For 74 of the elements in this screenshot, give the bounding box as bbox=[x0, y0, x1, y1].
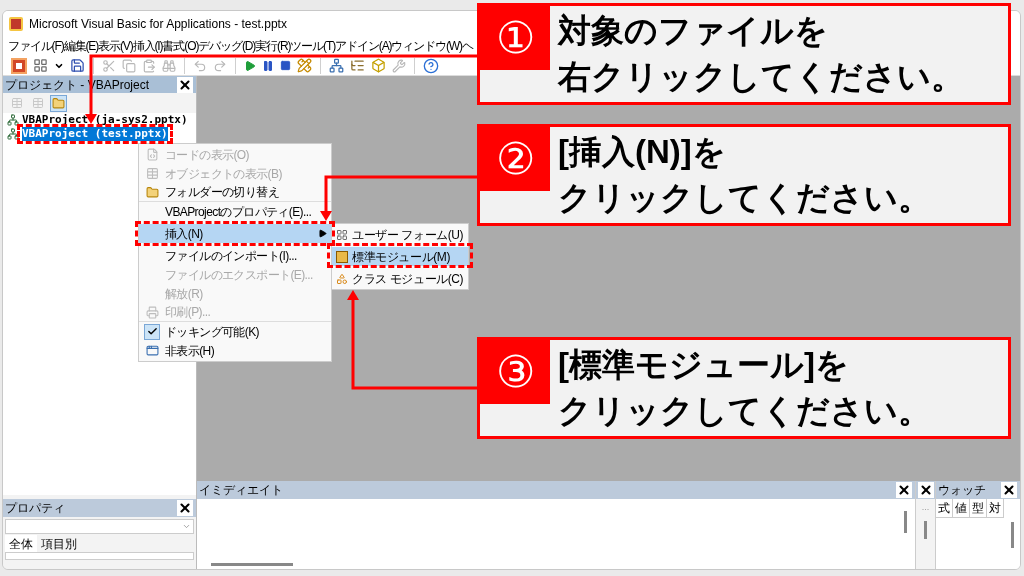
panel-title: ウォッチ bbox=[938, 482, 986, 499]
menu-item[interactable]: ファイルのインポート(I)... bbox=[139, 246, 331, 265]
close-button[interactable] bbox=[177, 500, 193, 516]
ellipsis-label: ... bbox=[921, 501, 930, 514]
menu-item[interactable]: フォルダーの切り替え bbox=[139, 183, 331, 202]
project-icon bbox=[7, 114, 19, 126]
menu-item[interactable]: アドイン(A) bbox=[335, 37, 392, 55]
close-button[interactable] bbox=[177, 76, 193, 93]
shapes-icon bbox=[336, 272, 348, 285]
tab[interactable]: 項目別 bbox=[37, 535, 81, 552]
box-icon[interactable] bbox=[371, 58, 386, 73]
menu-item[interactable]: 挿入(N) bbox=[139, 224, 331, 243]
instruction-text: [挿入(N)]を クリックしてください。 bbox=[558, 132, 931, 218]
immediate-input-area[interactable] bbox=[197, 499, 915, 559]
tree-item[interactable]: VBAProject (test.pptx) bbox=[22, 127, 168, 141]
pause-icon[interactable] bbox=[262, 59, 274, 72]
stop-icon[interactable] bbox=[280, 60, 291, 71]
menu-item[interactable]: クラス モジュール(C) bbox=[332, 269, 468, 288]
folder-icon bbox=[145, 185, 159, 199]
window-title: Microsoft Visual Basic for Applications - test.pptx bbox=[29, 15, 287, 33]
menu-item[interactable]: 書式(O) bbox=[162, 37, 199, 55]
list-icon[interactable] bbox=[350, 58, 365, 73]
menu-item[interactable]: デバッグ(D) bbox=[198, 37, 256, 55]
window-icon bbox=[145, 344, 159, 357]
panel-title: イミディエイト bbox=[199, 482, 283, 499]
module-icon bbox=[336, 250, 348, 263]
menu-item[interactable]: 標準モジュール(M) bbox=[332, 247, 468, 266]
project-icon bbox=[7, 128, 19, 140]
menu-item[interactable]: ウィンドウ(W) bbox=[391, 37, 462, 55]
tab[interactable]: 全体 bbox=[5, 535, 37, 552]
code-icon bbox=[145, 148, 159, 161]
tree-item[interactable]: VBAProject (ja-sys2.pptx) bbox=[22, 113, 188, 127]
form-icon bbox=[336, 228, 348, 241]
menu-item[interactable]: ヘ bbox=[462, 37, 473, 55]
close-button[interactable] bbox=[917, 482, 934, 498]
close-button[interactable] bbox=[1001, 482, 1017, 498]
scroll-thumb[interactable] bbox=[1011, 522, 1014, 548]
ruler-pencil-icon[interactable] bbox=[297, 58, 312, 73]
menu-item[interactable]: ユーザー フォーム(U) bbox=[332, 225, 468, 244]
column-header[interactable]: 値 bbox=[953, 499, 970, 518]
form-icon[interactable] bbox=[33, 58, 48, 73]
scroll-thumb[interactable] bbox=[211, 562, 293, 566]
menu-item[interactable]: ドッキング可能(K) bbox=[139, 322, 331, 341]
menu-item[interactable]: VBAProjectのプロパティ(E)... bbox=[139, 202, 331, 221]
table-icon bbox=[145, 167, 159, 180]
menu-item[interactable]: ファイル(F) bbox=[8, 37, 64, 55]
menu-item[interactable]: 表示(V) bbox=[98, 37, 133, 55]
menu-item[interactable]: 実行(R) bbox=[255, 37, 291, 55]
tree-icon[interactable] bbox=[329, 58, 344, 73]
column-header[interactable]: 式 bbox=[936, 499, 953, 518]
presentation-icon[interactable] bbox=[11, 57, 27, 74]
column-header[interactable]: 型 bbox=[970, 499, 987, 518]
instruction-text: 対象のファイルを 右クリックしてください。 bbox=[558, 11, 964, 97]
instruction-text: [標準モジュール]を クリックしてください。 bbox=[558, 345, 931, 431]
close-button[interactable] bbox=[896, 482, 912, 498]
save-icon[interactable] bbox=[70, 58, 85, 73]
panel-title: プロパティ bbox=[5, 500, 65, 517]
step-number: ① bbox=[480, 6, 550, 70]
menu-item[interactable]: 挿入(I) bbox=[132, 37, 163, 55]
play-icon[interactable] bbox=[244, 59, 256, 72]
app-icon bbox=[9, 16, 23, 31]
menu-item[interactable]: 非表示(H) bbox=[139, 341, 331, 360]
step-number: ③ bbox=[480, 340, 550, 404]
step-number: ② bbox=[480, 127, 550, 191]
chevron-down-icon[interactable] bbox=[182, 522, 191, 531]
column-header[interactable]: 対 bbox=[987, 499, 1004, 518]
printer-icon bbox=[145, 305, 159, 319]
menu-item[interactable]: ツール(T) bbox=[290, 37, 336, 55]
submenu-arrow-icon bbox=[318, 229, 327, 238]
checkmark-icon bbox=[144, 323, 160, 340]
help-icon[interactable] bbox=[423, 57, 439, 74]
scroll-thumb[interactable] bbox=[904, 511, 907, 533]
scroll-thumb[interactable] bbox=[924, 520, 927, 539]
menu-item[interactable]: 編集(E) bbox=[63, 37, 99, 55]
